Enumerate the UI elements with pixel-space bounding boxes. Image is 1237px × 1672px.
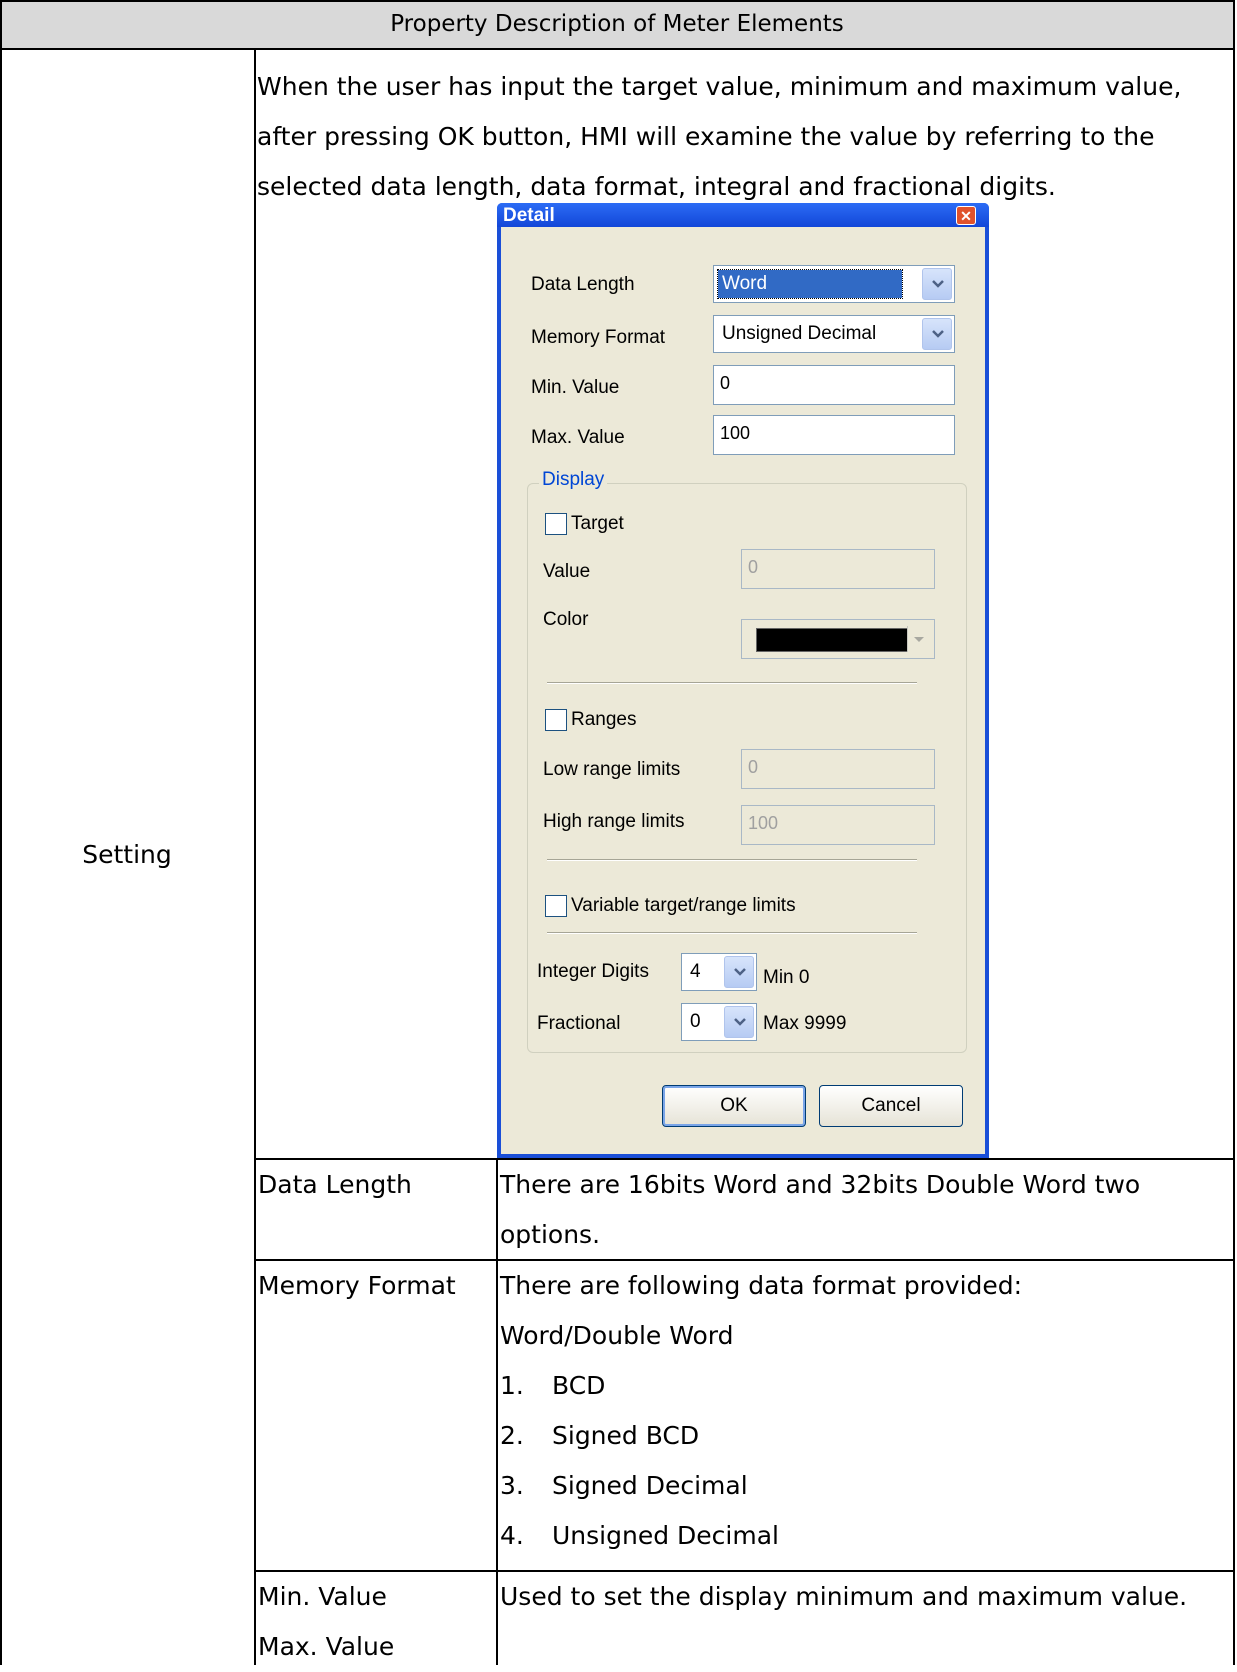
cancel-button[interactable]: Cancel: [819, 1085, 963, 1127]
list-item: 2. Signed BCD: [500, 1421, 700, 1450]
color-swatch: [756, 628, 908, 652]
row-name-memory-format: Memory Format: [258, 1271, 456, 1300]
header-divider: [0, 48, 1235, 50]
desc-line: Min. Value: [258, 1582, 387, 1611]
setting-label: Setting: [82, 840, 172, 869]
row-desc-data-length: There are 16bits Word and 32bits Double …: [500, 1160, 1140, 1260]
separator: [547, 859, 917, 861]
low-range-label: Low range limits: [543, 759, 681, 780]
setting-column-divider: [254, 48, 256, 1665]
table-border-top: [0, 0, 1235, 2]
data-length-value: Word: [717, 269, 903, 299]
min-value-label: Min. Value: [531, 377, 620, 398]
fractional-select[interactable]: 0: [681, 1003, 757, 1041]
desc-line: options.: [500, 1220, 601, 1249]
table-border-left: [0, 0, 2, 1665]
data-length-select[interactable]: Word: [713, 265, 955, 303]
row-desc-memory-format: There are following data format provided…: [500, 1261, 1022, 1561]
chevron-down-icon[interactable]: [724, 956, 754, 988]
desc-line: Word/Double Word: [500, 1321, 734, 1350]
variable-limits-checkbox[interactable]: [545, 895, 567, 917]
dialog-titlebar[interactable]: Detail ✕: [497, 203, 989, 227]
name-column-divider: [496, 1158, 498, 1665]
high-range-label: High range limits: [543, 811, 685, 832]
chevron-down-icon[interactable]: [907, 626, 930, 652]
integer-digits-hint: Min 0: [763, 967, 810, 988]
ranges-checkbox[interactable]: [545, 709, 567, 731]
close-icon[interactable]: ✕: [956, 206, 976, 225]
intro-line: after pressing OK button, HMI will exami…: [257, 122, 1155, 151]
chevron-down-icon[interactable]: [922, 268, 952, 300]
chevron-down-icon[interactable]: [922, 318, 952, 350]
setting-intro: When the user has input the target value…: [257, 62, 1237, 212]
dialog-title: Detail: [503, 205, 555, 226]
list-item: 4. Unsigned Decimal: [500, 1521, 779, 1550]
separator: [547, 682, 917, 684]
data-length-label: Data Length: [531, 274, 635, 295]
desc-line: There are following data format provided…: [500, 1271, 1023, 1300]
high-range-input[interactable]: 100: [741, 805, 935, 845]
row-desc-min-max: Used to set the display minimum and maxi…: [500, 1582, 1188, 1611]
row-name-data-length: Data Length: [258, 1170, 412, 1199]
chevron-down-icon[interactable]: [724, 1006, 754, 1038]
separator: [547, 932, 917, 934]
target-value-label: Value: [543, 561, 591, 582]
max-value-input[interactable]: 100: [713, 415, 955, 455]
target-value-input[interactable]: 0: [741, 549, 935, 589]
color-label: Color: [543, 609, 589, 630]
list-item: 3. Signed Decimal: [500, 1471, 748, 1500]
variable-limits-label: Variable target/range limits: [571, 895, 796, 916]
min-value-input[interactable]: 0: [713, 365, 955, 405]
intro-line: When the user has input the target value…: [257, 72, 1182, 101]
memory-format-select[interactable]: Unsigned Decimal: [713, 315, 955, 353]
max-value-label: Max. Value: [531, 427, 625, 448]
ok-button[interactable]: OK: [662, 1085, 806, 1127]
ranges-label: Ranges: [571, 709, 637, 730]
list-item: 1. BCD: [500, 1371, 606, 1400]
integer-digits-label: Integer Digits: [537, 961, 649, 982]
integer-digits-select[interactable]: 4: [681, 953, 757, 991]
target-label: Target: [571, 513, 624, 534]
low-range-input[interactable]: 0: [741, 749, 935, 789]
memory-format-label: Memory Format: [531, 327, 666, 348]
detail-dialog: Detail ✕ Data Length Word Memory Format …: [497, 203, 989, 1158]
fractional-value: 0: [690, 1011, 701, 1032]
table-border-right: [1233, 0, 1235, 1665]
target-checkbox[interactable]: [545, 513, 567, 535]
desc-line: There are 16bits Word and 32bits Double …: [500, 1170, 1141, 1199]
memory-format-value: Unsigned Decimal: [722, 323, 877, 344]
table-header-title: Property Description of Meter Elements: [390, 11, 844, 37]
format-list: 1. BCD 2. Signed BCD 3. Signed Decimal 4. Un…: [500, 1361, 1022, 1561]
fractional-hint: Max 9999: [763, 1013, 847, 1034]
display-group-label: Display: [539, 469, 608, 491]
row-name-min-max: Min. Value Max. Value: [258, 1572, 394, 1672]
dialog-body: Data Length Word Memory Format Unsigned …: [501, 227, 985, 1154]
fractional-label: Fractional: [537, 1013, 621, 1034]
color-picker[interactable]: [741, 619, 935, 659]
integer-digits-value: 4: [690, 961, 701, 982]
